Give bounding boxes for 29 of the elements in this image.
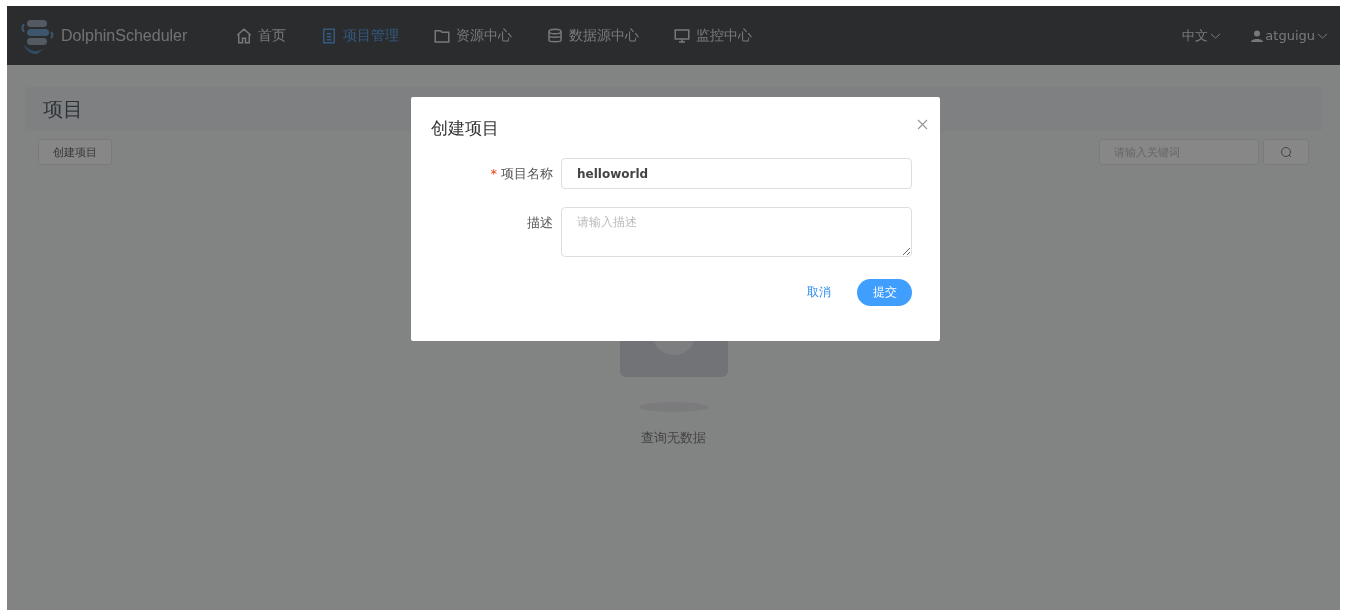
nav-item[interactable]: 监控中心 (673, 26, 753, 45)
field-label: 项目名称 (501, 166, 553, 181)
caret-icon (1210, 31, 1222, 40)
cancel-button[interactable]: 取消 (807, 284, 831, 301)
user-icon (1251, 29, 1264, 42)
search-icon (1280, 146, 1292, 158)
language-dropdown[interactable]: 中文 (1182, 26, 1222, 45)
database-icon (546, 26, 565, 45)
nav-item[interactable]: 首页 (235, 26, 287, 45)
brand-name: DolphinScheduler (61, 26, 188, 45)
nav-item[interactable]: 项目管理 (320, 26, 400, 45)
name-field[interactable]: helloworld (561, 158, 912, 189)
empty-text: 查询无数据 (641, 429, 706, 447)
page-title: 项目 (43, 95, 83, 123)
create-project-button[interactable]: 创建项目 (38, 139, 112, 165)
close-button[interactable] (915, 117, 930, 132)
required-mark: * (490, 166, 497, 181)
search-button[interactable] (1263, 139, 1309, 165)
description-field[interactable]: 请输入描述 (561, 207, 912, 257)
nav-item[interactable]: 数据源中心 (546, 26, 640, 45)
field-label: 描述 (527, 215, 553, 230)
close-icon (917, 119, 928, 130)
submit-button[interactable]: 提交 (857, 279, 912, 306)
dialog-title: 创建项目 (431, 117, 500, 140)
monitor-icon (673, 26, 692, 45)
user-dropdown[interactable]: atguigu (1251, 28, 1328, 43)
nav-item[interactable]: 资源中心 (433, 26, 513, 45)
home-icon (235, 26, 254, 45)
caret-icon (1317, 31, 1328, 40)
